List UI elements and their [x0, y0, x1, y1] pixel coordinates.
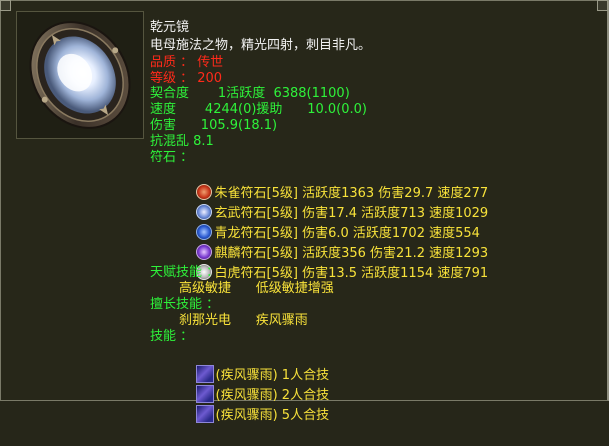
- item-name: 乾元镜: [150, 20, 190, 35]
- rune-row: 麒麟符石[5级] 活跃度356 伤害21.2 速度1293: [179, 224, 488, 261]
- rune-row: 白虎符石[5级] 伤害13.5 活跃度1154 速度791: [179, 244, 488, 281]
- storm-skill-icon: [195, 405, 214, 423]
- item-quality: 品质 ： 传世: [150, 55, 224, 70]
- item-speed-assist: 速度 4244(0)援助 10.0(0.0): [150, 102, 367, 117]
- item-description: 电母施法之物，精光四射，刺目非凡。: [150, 38, 372, 53]
- panel-corner-top-right: [597, 0, 608, 11]
- skill-text: (疾风骤雨) 5人合技: [215, 408, 330, 423]
- skill-row: (疾风骤雨) 2人合技: [179, 365, 329, 403]
- skill-row: (疾风骤雨) 5人合技: [179, 385, 329, 423]
- mirror-icon: [29, 21, 131, 129]
- item-tooltip-panel: 乾元镜 电母施法之物，精光四射，刺目非凡。 品质 ： 传世 等级 ： 200 契…: [0, 0, 609, 423]
- item-fit-activity: 契合度 1活跃度 6388(1100): [150, 86, 350, 101]
- talent-skills-list: 高级敏捷 低级敏捷增强: [179, 281, 334, 296]
- specialty-skills-label: 擅长技能 ：: [150, 297, 220, 312]
- talent-skills-label: 天赋技能 ：: [150, 265, 220, 280]
- skill-row: (疾风骤雨) 1人合技: [179, 345, 329, 383]
- item-anti-chaos: 抗混乱 8.1: [150, 134, 214, 149]
- skills-label: 技能 ：: [150, 329, 194, 344]
- rune-text: 白虎符石[5级] 伤害13.5 活跃度1154 速度791: [214, 266, 489, 281]
- item-damage: 伤害 105.9(18.1): [150, 118, 278, 133]
- rune-row: 朱雀符石[5级] 活跃度1363 伤害29.7 速度277: [179, 164, 488, 201]
- mirror-item-image: [16, 11, 144, 139]
- specialty-skills-list: 刹那光电 疾风骤雨: [179, 313, 308, 328]
- rune-row: 玄武符石[5级] 伤害17.4 活跃度713 速度1029: [179, 184, 488, 221]
- rune-row: 青龙符石[5级] 伤害6.0 活跃度1702 速度554: [179, 204, 480, 241]
- panel-corner-top-left: [0, 0, 11, 11]
